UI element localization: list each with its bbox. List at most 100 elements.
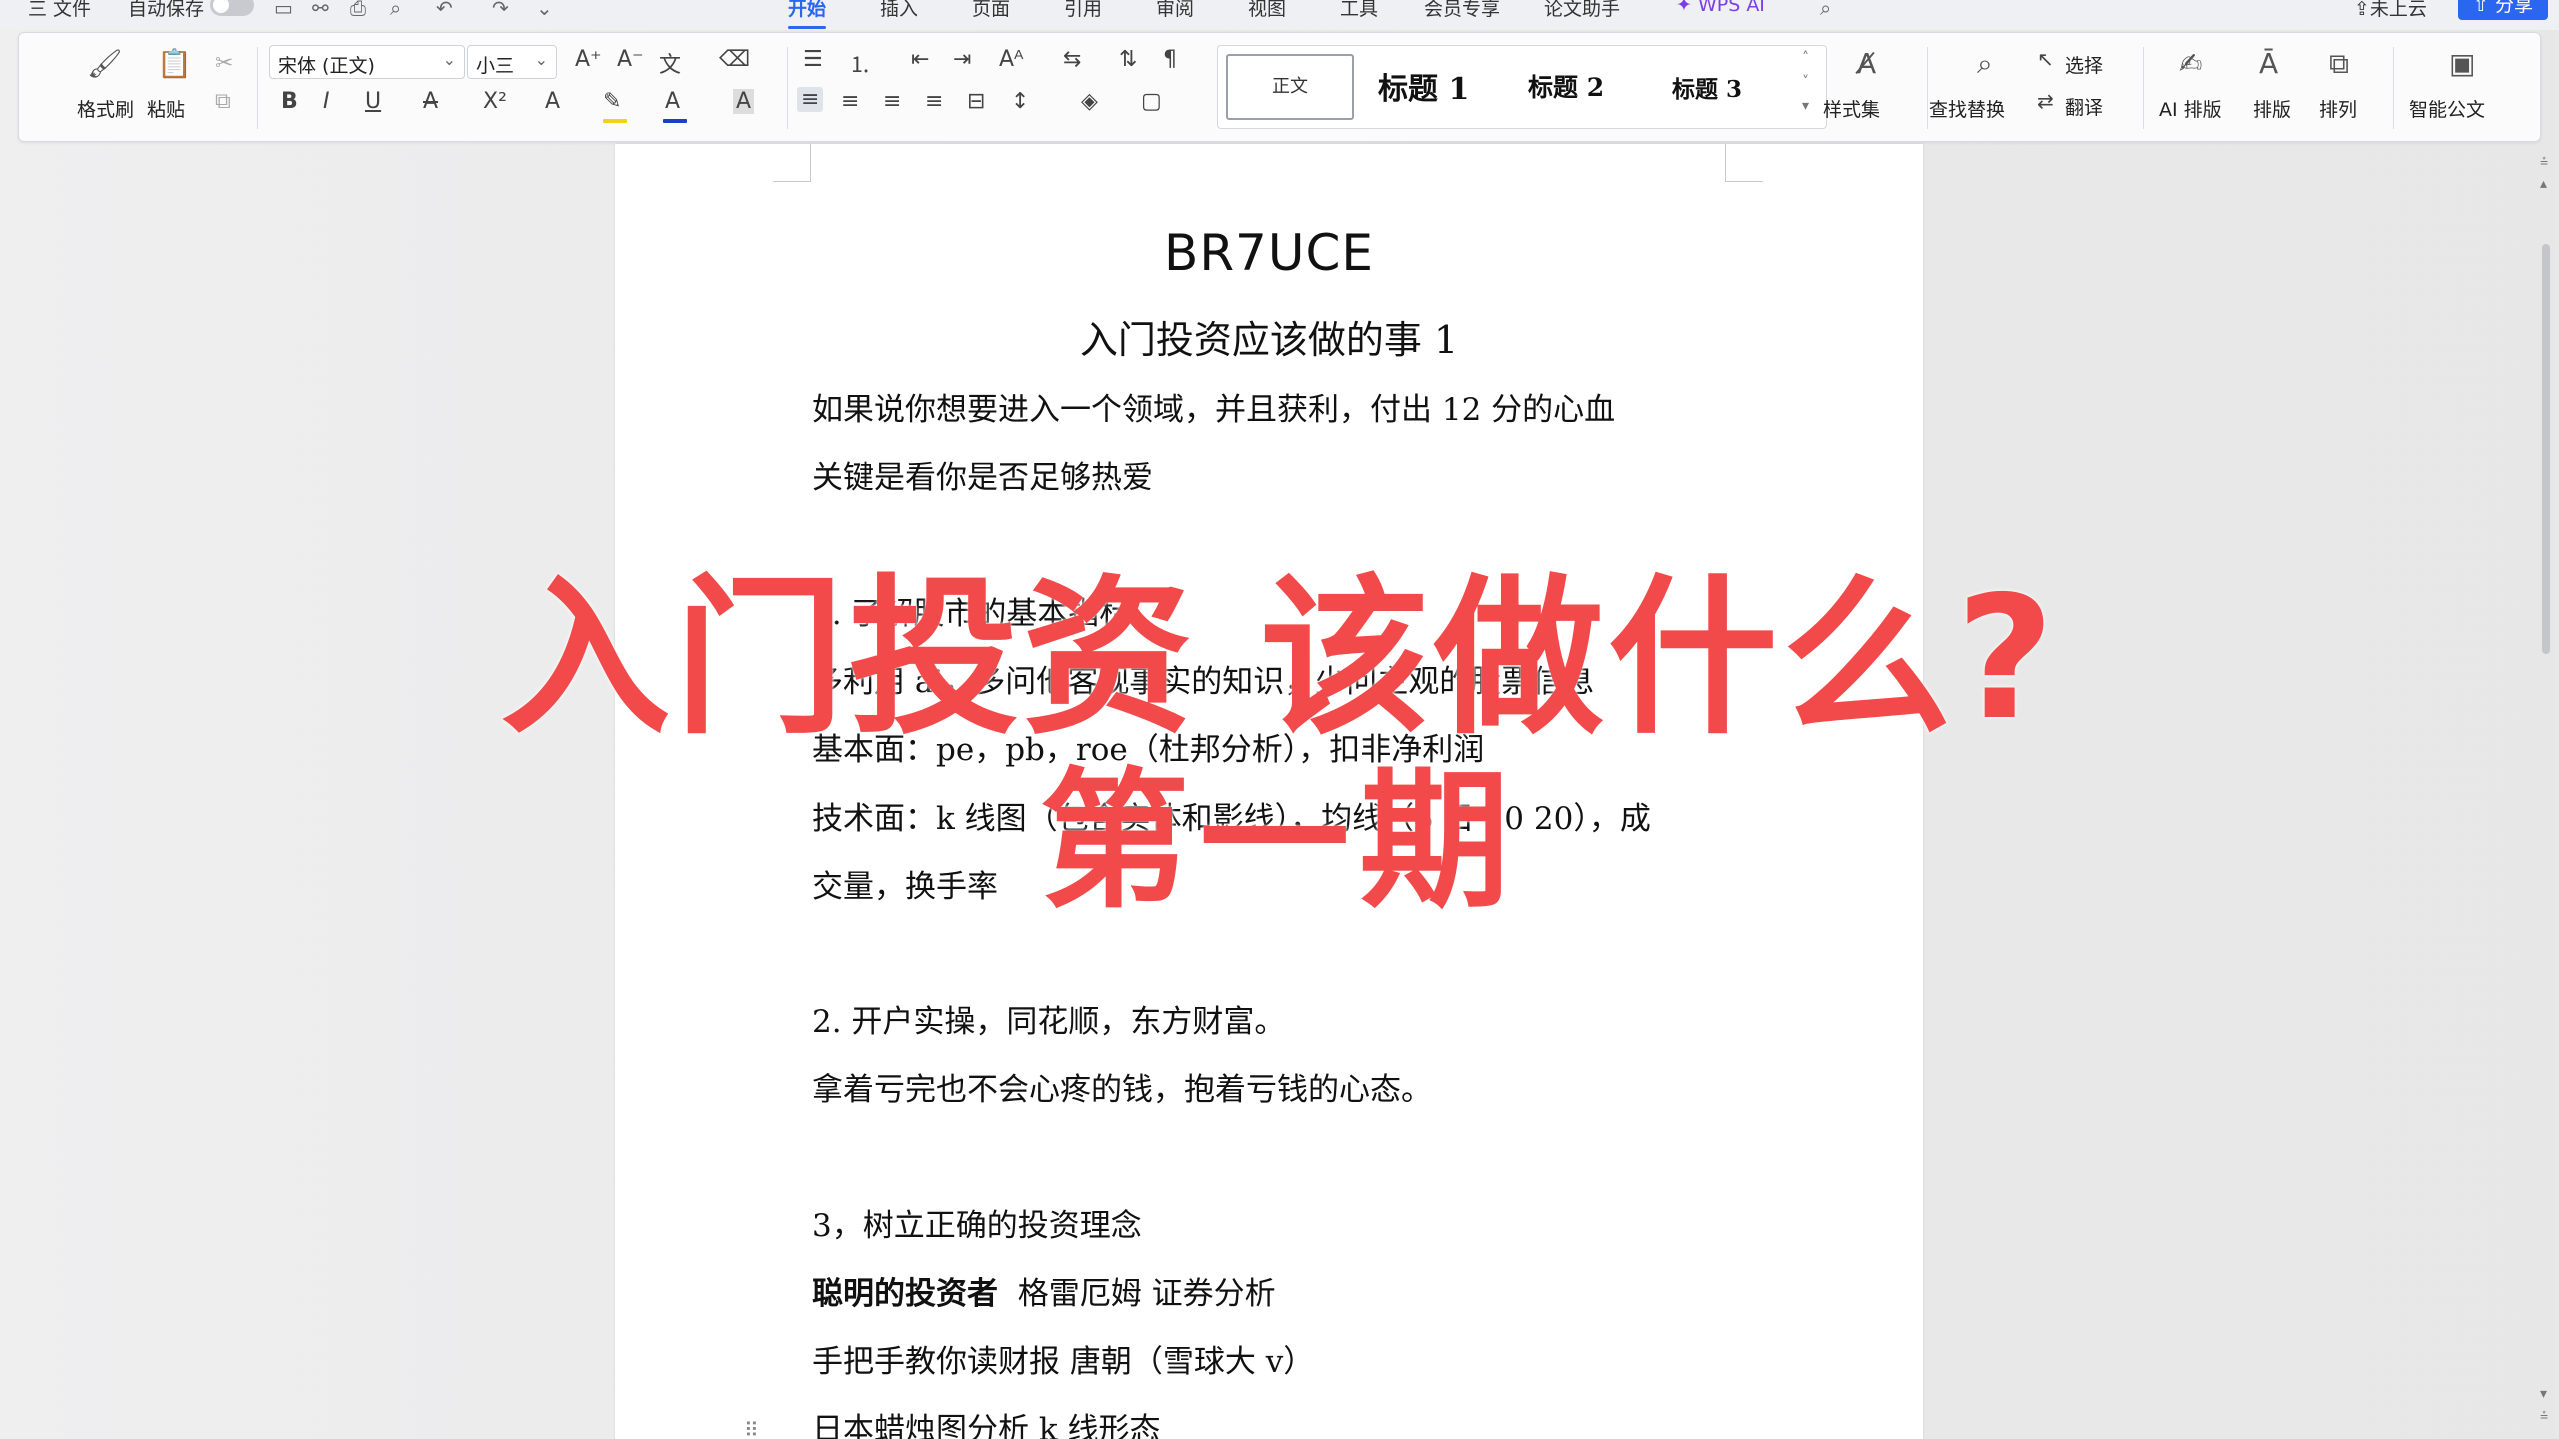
translate-icon[interactable]: ⇄ [2037,89,2054,113]
tab-member[interactable]: 会员专享 [1424,0,1500,21]
paste-button[interactable]: 粘贴 [147,95,185,122]
font-color-icon[interactable]: A [665,89,680,114]
italic-icon[interactable]: I [323,89,330,114]
format-painter-icon[interactable]: 🖌 [87,47,123,80]
smart-document-icon[interactable]: ▣ [2449,47,2475,80]
search-icon[interactable]: ⌕ [1820,0,1831,20]
chevron-down-icon: ⌄ [442,50,456,69]
search-icon[interactable]: ⌕ [1977,47,1993,81]
select-button[interactable]: 选择 [2065,51,2103,78]
grow-font-icon[interactable]: A⁺ [575,47,602,72]
arrange-icon[interactable]: ⧉ [2329,47,2349,81]
bullet-list-icon[interactable]: ☰ [803,47,823,72]
separator [2143,47,2144,129]
style-normal[interactable]: 正文 [1226,54,1354,120]
autosave-toggle[interactable] [210,0,254,16]
paste-icon[interactable]: 📋 [157,47,192,80]
paragraph: 技术面：k 线图（包含实体和影线），均线（5 日 10 20），成 [812,801,1651,837]
scroll-down-icon[interactable]: ▾ [2540,1386,2547,1402]
link-icon[interactable]: ⚯ [312,0,329,20]
file-menu[interactable]: 三 文件 [28,0,91,21]
bold-icon[interactable]: B [281,89,298,114]
align-center-icon[interactable]: ≡ [841,89,859,114]
chevron-down-icon[interactable]: ˅ [1802,74,1809,90]
paragraph: 关键是看你是否足够热爱 [812,460,1153,496]
shading-icon[interactable]: ◈ [1081,89,1098,114]
justify-icon[interactable]: ≡ [925,89,943,114]
vertical-scrollbar[interactable]: ⩮ ▴ ▾ ⩮ [2538,150,2554,1439]
arrange-button[interactable]: 排列 [2319,95,2357,122]
decrease-indent-icon[interactable]: ⇤ [911,47,929,72]
line-spacing-icon[interactable]: ↕ [1011,89,1029,114]
tab-tools[interactable]: 工具 [1340,0,1378,21]
tab-paper-assistant[interactable]: 论文助手 [1544,0,1620,21]
superscript-icon[interactable]: X² [483,89,507,114]
separator [787,47,788,129]
scroll-top-icon[interactable]: ⩮ [2540,154,2548,170]
align-right-icon[interactable]: ≡ [883,89,901,114]
scroll-up-icon[interactable]: ▴ [2540,176,2547,192]
text-direction-icon[interactable]: Aᴬ [999,47,1024,72]
paragraph: 日本蜡烛图分析 k 线形态 [812,1412,1161,1439]
highlight-icon[interactable]: ✎ [603,89,621,114]
select-icon[interactable]: ↖ [2037,47,2054,71]
margin-corner-top-right [1725,144,1763,182]
style-heading-2[interactable]: 标题 2 [1528,68,1604,104]
distribute-icon[interactable]: ⊟ [967,89,985,114]
line-break-icon[interactable]: ⇆ [1063,47,1081,72]
bold-book-title: 聪明的投资者 [812,1276,998,1312]
tab-insert[interactable]: 插入 [880,0,918,21]
underline-icon[interactable]: U [365,89,381,114]
cloud-status[interactable]: ⇪未上云 [2354,0,2427,21]
paragraph: 交量，换手率 [812,869,998,905]
shrink-font-icon[interactable]: A⁻ [617,47,644,72]
smart-document-button[interactable]: 智能公文 [2409,95,2485,122]
tab-page[interactable]: 页面 [972,0,1010,21]
layout-button[interactable]: 排版 [2253,95,2291,122]
show-marks-icon[interactable]: ¶ [1163,47,1177,72]
tab-review[interactable]: 审阅 [1156,0,1194,21]
find-replace-button[interactable]: 查找替换 [1929,95,2005,122]
clear-format-icon[interactable]: ⌫ [719,47,750,72]
print-preview-icon[interactable]: ⌕ [390,0,401,20]
increase-indent-icon[interactable]: ⇥ [953,47,971,72]
print-icon[interactable]: ⎙ [350,0,366,20]
tab-home[interactable]: 开始 [788,0,827,29]
style-set-icon[interactable]: A̸ [1857,47,1876,80]
layout-icon[interactable]: Ā [2259,47,2278,80]
sort-icon[interactable]: ⇅ [1119,47,1137,72]
copy-icon[interactable]: ⧉ [215,89,231,114]
numbered-list-icon[interactable]: ⒈ [849,47,871,79]
chevron-up-icon[interactable]: ˄ [1802,50,1809,66]
save-icon[interactable]: ▭ [274,0,293,20]
format-painter-button[interactable]: 格式刷 [77,95,134,122]
phonetic-guide-icon[interactable]: 文 [659,47,681,79]
ai-layout-button[interactable]: AI 排版 [2159,95,2222,122]
ribbon-toolbar: 🖌 格式刷 📋 粘贴 ✂ ⧉ 宋体 (正文) ⌄ 小三 ⌄ A⁺ A⁻ 文 ⌫ … [18,32,2541,142]
scroll-bottom-icon[interactable]: ⩮ [2540,1408,2548,1424]
undo-icon[interactable]: ↶ [436,0,453,20]
tab-wps-ai[interactable]: ✦ WPS AI [1676,0,1765,16]
chevron-down-icon[interactable]: ⌄ [536,0,553,20]
document-page[interactable]: BR7UCE 入门投资应该做的事 1 如果说你想要进入一个领域，并且获利，付出 … [615,144,1923,1439]
style-heading-1[interactable]: 标题 1 [1378,64,1469,108]
redo-icon[interactable]: ↷ [492,0,509,20]
style-set-button[interactable]: 样式集 [1823,95,1880,122]
text-effect-icon[interactable]: A [545,89,560,114]
cut-icon[interactable]: ✂ [215,51,233,76]
ai-layout-icon[interactable]: ✍ [2179,47,2202,80]
scrollbar-thumb[interactable] [2542,244,2550,654]
font-name-select[interactable]: 宋体 (正文) ⌄ [269,45,465,79]
expand-icon[interactable]: ▾ [1802,98,1809,114]
font-size-select[interactable]: 小三 ⌄ [467,45,557,79]
drag-handle-icon[interactable]: ⠿ [744,1418,759,1439]
tab-references[interactable]: 引用 [1064,0,1102,21]
tab-view[interactable]: 视图 [1248,0,1286,21]
align-left-icon[interactable]: ≡ [797,87,824,112]
strikethrough-icon[interactable]: A [423,89,438,114]
style-heading-3[interactable]: 标题 3 [1672,70,1742,104]
translate-button[interactable]: 翻译 [2065,93,2103,120]
char-shading-icon[interactable]: A [733,89,755,114]
share-button[interactable]: ⇧ 分享 [2458,0,2548,20]
border-icon[interactable]: ▢ [1141,89,1162,114]
